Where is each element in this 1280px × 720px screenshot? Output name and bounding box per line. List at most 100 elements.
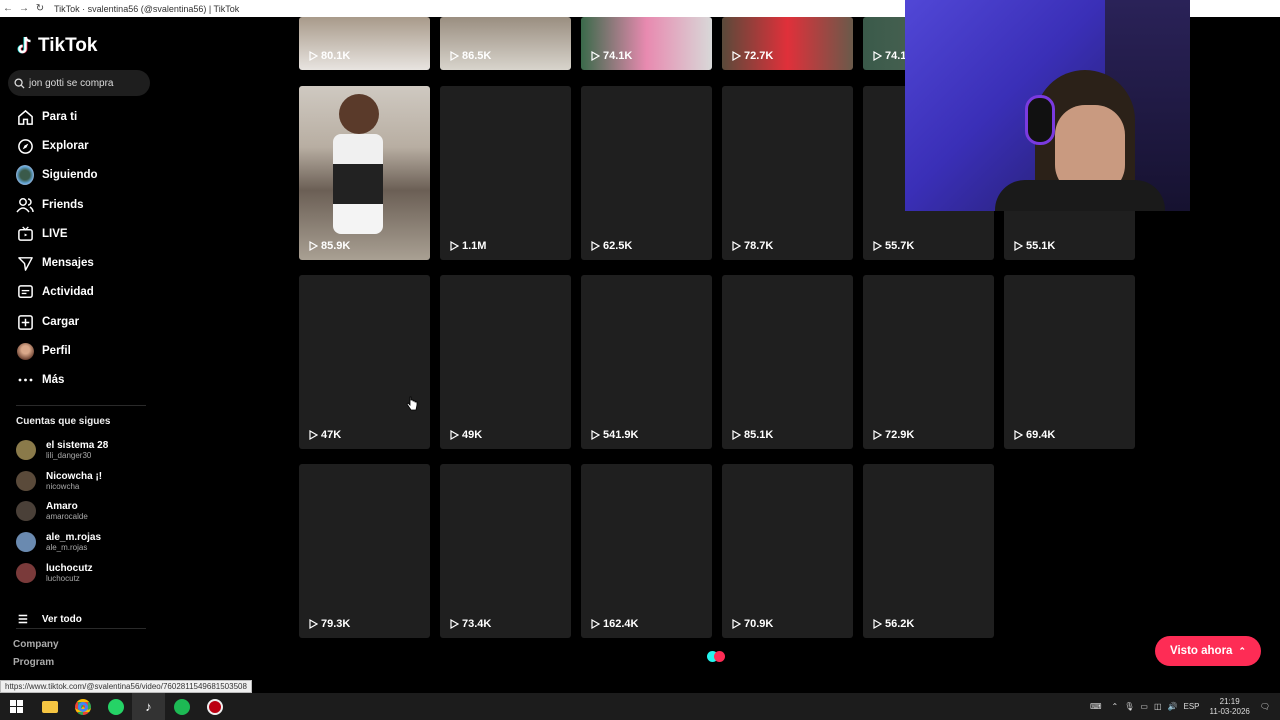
nav-para-ti[interactable]: Para ti	[16, 106, 77, 128]
spotify-icon[interactable]	[165, 693, 198, 720]
clock-date: 11-03-2026	[1209, 706, 1250, 716]
tiktok-logo[interactable]: TikTok	[16, 35, 97, 57]
see-all-button[interactable]: ☰ Ver todo	[18, 613, 82, 626]
obs-icon[interactable]	[198, 693, 231, 720]
account-handle: luchocutz	[46, 574, 80, 583]
following-avatar-icon	[16, 165, 34, 185]
video-tile[interactable]: 72.9K	[863, 275, 994, 449]
play-icon	[309, 430, 318, 440]
play-icon	[450, 619, 459, 629]
network-icon[interactable]: ◫	[1154, 702, 1162, 711]
followed-account[interactable]: Nicowcha ¡! nicowcha	[16, 468, 102, 494]
nav-explorar[interactable]: Explorar	[16, 135, 89, 157]
video-tile[interactable]: 78.7K	[722, 86, 853, 260]
followed-account[interactable]: Amaro amarocalde	[16, 498, 88, 524]
volume-icon[interactable]: 🔊	[1168, 702, 1178, 711]
play-icon	[450, 241, 459, 251]
video-tile[interactable]: 79.3K	[299, 464, 430, 638]
video-tile[interactable]: 49K	[440, 275, 571, 449]
video-tile[interactable]: 1.1M	[440, 86, 571, 260]
avatar	[16, 501, 36, 521]
nav-actividad[interactable]: Actividad	[16, 281, 94, 303]
nav-friends[interactable]: Friends	[16, 194, 84, 216]
search-input[interactable]: jon gotti se compra	[8, 70, 150, 96]
view-count: 73.4K	[450, 618, 491, 630]
file-explorer-icon[interactable]	[33, 693, 66, 720]
video-tile[interactable]: 69.4K	[1004, 275, 1135, 449]
tiktok-app-icon[interactable]: ♪	[132, 693, 165, 720]
nav-perfil[interactable]: Perfil	[16, 340, 71, 362]
home-icon	[16, 108, 34, 126]
view-count: 74.1	[873, 50, 906, 62]
back-arrow-icon[interactable]: ←	[0, 3, 16, 14]
reload-icon[interactable]: ↻	[32, 3, 48, 14]
play-icon	[873, 51, 882, 61]
video-tile[interactable]: 162.4K	[581, 464, 712, 638]
view-count: 85.9K	[309, 240, 350, 252]
forward-arrow-icon[interactable]: →	[16, 3, 32, 14]
chevron-up-icon[interactable]: ⌃	[1112, 702, 1119, 711]
profile-avatar-icon	[16, 342, 34, 360]
view-count: 74.1K	[591, 50, 632, 62]
footer-company-link[interactable]: Company	[13, 639, 59, 650]
play-icon	[591, 430, 600, 440]
video-tile[interactable]: 47K	[299, 275, 430, 449]
sidebar: TikTok jon gotti se compra Para ti Explo…	[0, 17, 160, 693]
video-tile[interactable]: 85.1K	[722, 275, 853, 449]
video-tile[interactable]: 62.5K	[581, 86, 712, 260]
nav-label: Actividad	[42, 286, 94, 298]
battery-icon[interactable]: ▭	[1140, 702, 1148, 711]
followed-account[interactable]: el sistema 28 lili_danger30	[16, 437, 108, 463]
chevron-up-double-icon: ⌃	[1238, 645, 1246, 656]
microphone-icon[interactable]: 🎙	[1124, 702, 1134, 711]
windows-start-icon[interactable]	[0, 693, 33, 720]
view-count: 55.7K	[873, 240, 914, 252]
nav-label: Más	[42, 374, 65, 386]
headphone-icon	[1025, 95, 1055, 145]
tab-title: TikTok · svalentina56 (@svalentina56) | …	[54, 3, 240, 14]
play-icon	[732, 51, 741, 61]
video-tile[interactable]: 70.9K	[722, 464, 853, 638]
nav-mensajes[interactable]: Mensajes	[16, 252, 94, 274]
video-tile[interactable]: 86.5K	[440, 17, 571, 70]
video-tile[interactable]: 72.7K	[722, 17, 853, 70]
activity-icon	[16, 283, 34, 301]
view-count: 72.9K	[873, 429, 914, 441]
nav-label: Perfil	[42, 345, 71, 357]
visto-ahora-button[interactable]: Visto ahora ⌃	[1155, 636, 1261, 666]
chrome-icon[interactable]	[66, 693, 99, 720]
followed-account[interactable]: ale_m.rojas ale_m.rojas	[16, 529, 101, 555]
account-handle: ale_m.rojas	[46, 543, 88, 552]
status-url: https://www.tiktok.com/@svalentina56/vid…	[0, 680, 252, 693]
play-icon	[450, 430, 459, 440]
search-icon	[14, 77, 25, 89]
video-tile[interactable]: 80.1K	[299, 17, 430, 70]
keyboard-icon[interactable]: ⌨	[1090, 702, 1102, 711]
system-tray: ⌨ ⌃ 🎙 ▭ ◫ 🔊 ESP 21:19 11-03-2026 🗨	[1090, 693, 1280, 720]
see-all-label: Ver todo	[41, 614, 82, 625]
nav-live[interactable]: LIVE	[16, 223, 68, 245]
followed-account[interactable]: luchocutz luchocutz	[16, 560, 93, 586]
nav-siguiendo[interactable]: Siguiendo	[16, 164, 98, 186]
play-icon	[309, 619, 318, 629]
clock[interactable]: 21:19 11-03-2026	[1210, 697, 1250, 717]
nav-cargar[interactable]: Cargar	[16, 311, 79, 333]
webcam-overlay	[905, 0, 1190, 211]
video-tile[interactable]: 85.9K	[299, 86, 430, 260]
search-text: jon gotti se compra	[29, 77, 114, 89]
nav-mas[interactable]: Más	[16, 369, 64, 391]
language-indicator[interactable]: ESP	[1184, 702, 1200, 711]
footer-program-link[interactable]: Program	[13, 657, 54, 668]
messages-icon	[16, 254, 34, 272]
view-count: 541.9K	[591, 429, 638, 441]
video-tile[interactable]: 74.1K	[581, 17, 712, 70]
video-tile[interactable]: 541.9K	[581, 275, 712, 449]
whatsapp-icon[interactable]	[99, 693, 132, 720]
notifications-icon[interactable]: 🗨	[1260, 702, 1270, 711]
view-count: 62.5K	[591, 240, 632, 252]
following-section-title: Cuentas que sigues	[16, 416, 111, 427]
play-icon	[732, 241, 741, 251]
video-tile[interactable]: 56.2K	[863, 464, 994, 638]
visto-label: Visto ahora	[1170, 645, 1233, 657]
video-tile[interactable]: 73.4K	[440, 464, 571, 638]
